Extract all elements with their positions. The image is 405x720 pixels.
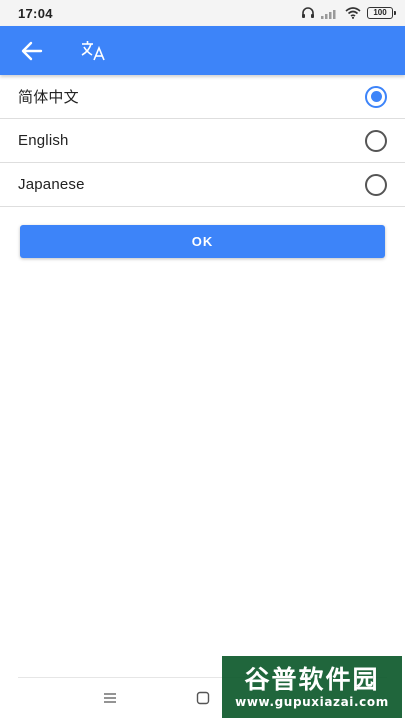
signal-icon (321, 9, 336, 19)
battery-level: 100 (373, 8, 387, 17)
language-list: 简体中文 English Japanese (0, 75, 405, 207)
status-time: 17:04 (18, 5, 53, 21)
status-bar: 17:04 100 (0, 0, 405, 26)
battery-icon: 100 (367, 7, 396, 19)
back-button[interactable] (12, 31, 52, 71)
wifi-icon (345, 7, 361, 19)
radio-button[interactable] (365, 173, 387, 196)
language-label: Japanese (18, 176, 85, 193)
home-square-icon[interactable] (196, 691, 210, 705)
watermark-title: 谷普软件园 (244, 665, 380, 694)
language-label: 简体中文 (18, 89, 79, 106)
status-icons: 100 (301, 7, 396, 19)
radio-button-selected[interactable] (365, 85, 387, 108)
watermark-url: www.gupuxiazai.com (235, 695, 389, 709)
language-label: English (18, 132, 69, 149)
ok-button[interactable]: OK (20, 225, 385, 258)
menu-icon[interactable] (103, 692, 117, 704)
language-option-chinese[interactable]: 简体中文 (0, 75, 405, 119)
radio-button[interactable] (365, 129, 387, 152)
arrow-left-icon (21, 41, 43, 60)
translate-icon (80, 40, 106, 62)
language-option-english[interactable]: English (0, 119, 405, 163)
app-toolbar (0, 26, 405, 75)
headset-icon (302, 7, 314, 18)
language-option-japanese[interactable]: Japanese (0, 163, 405, 207)
language-settings-screen: 17:04 100 简体中文 English Japanese OK 谷普软件园… (0, 0, 405, 720)
watermark-logo: 谷普软件园 www.gupuxiazai.com (222, 656, 402, 718)
